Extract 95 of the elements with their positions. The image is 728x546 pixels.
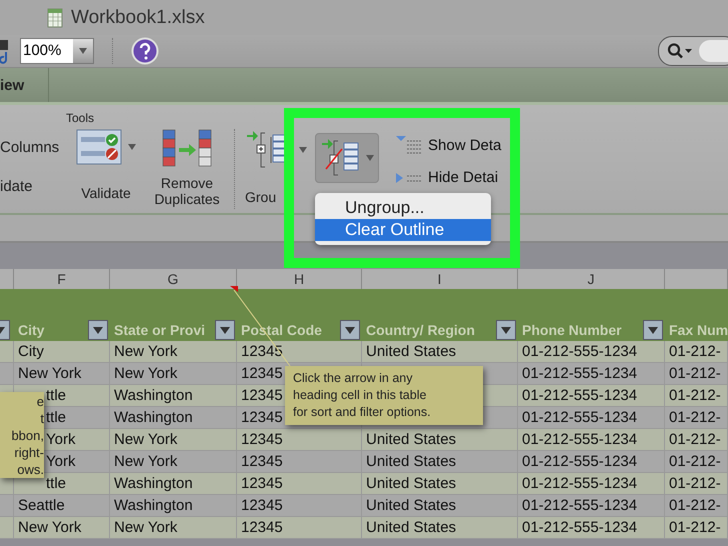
table-cell: United States — [366, 475, 456, 492]
table-cell: 01-212-555-1234 — [522, 343, 638, 360]
hide-detail-button[interactable]: Hide Detai — [395, 169, 502, 186]
filter-button[interactable] — [643, 320, 663, 340]
table-cell: 01-212- — [669, 387, 721, 404]
table-cell: 01-212- — [669, 475, 721, 492]
caret-icon — [648, 326, 658, 334]
table-cell: 01-212- — [669, 453, 721, 470]
caret-icon — [79, 48, 87, 54]
table-cell: 12345 — [241, 343, 283, 360]
table-cell: 01-212- — [669, 365, 721, 382]
group-label: Tools — [66, 111, 94, 125]
filter-button[interactable] — [215, 320, 235, 340]
table-cell: New York — [114, 431, 178, 448]
ribbon-label: Validate — [81, 185, 131, 201]
table-cell: United States — [366, 431, 456, 448]
filter-button[interactable] — [88, 320, 108, 340]
table-cell: 01-212-555-1234 — [522, 497, 638, 514]
filter-button[interactable] — [340, 320, 360, 340]
caret-icon — [366, 155, 374, 161]
caret-icon[interactable] — [299, 147, 307, 153]
filter-button[interactable] — [496, 320, 516, 340]
table-cell: 01-212-555-1234 — [522, 475, 638, 492]
ribbon-label: Grou — [245, 189, 276, 205]
table-cell: United States — [366, 519, 456, 536]
menu-item[interactable]: Ungroup... — [315, 197, 491, 219]
comment-tooltip: Click the arrow in any heading cell in this table for sort and filter options. — [285, 366, 483, 425]
table-cell-text: ttle — [46, 408, 66, 428]
caret-icon — [501, 326, 511, 334]
table-cell: 12345 — [241, 475, 283, 492]
table-cell: 12345 — [241, 497, 283, 514]
table-cell: New York — [18, 519, 82, 536]
header-cell: State or Provi — [114, 322, 206, 338]
comment-tooltip: e t bbon, right- ows. — [0, 392, 44, 478]
table-cell: 12345 — [241, 387, 283, 404]
header-cell: City — [18, 322, 44, 338]
table-cell: Washington — [114, 409, 193, 426]
ribbon-button[interactable]: idate — [0, 178, 33, 195]
table-cell: New York — [18, 365, 82, 382]
table-cell: United States — [366, 453, 456, 470]
table-cell: 01-212- — [669, 519, 721, 536]
caret-icon — [345, 326, 355, 334]
validate-icon[interactable] — [76, 129, 122, 165]
table-cell: New York — [114, 343, 178, 360]
table-cell: 01-212- — [669, 409, 721, 426]
header-cell: Phone Number — [522, 322, 622, 338]
table-cell: 12345 — [241, 453, 283, 470]
table-cell: Seattle — [18, 497, 65, 514]
show-detail-button[interactable]: Show Deta — [395, 135, 502, 155]
table-cell: 01-212- — [669, 343, 721, 360]
table-cell-text: ttle — [46, 474, 66, 494]
table-cell: 01-212-555-1234 — [522, 453, 638, 470]
table-cell: United States — [366, 343, 456, 360]
table-cell: 01-212-555-1234 — [522, 431, 638, 448]
caret-icon — [220, 326, 230, 334]
table-cell: 01-212-555-1234 — [522, 519, 638, 536]
table-cell: New York — [114, 453, 178, 470]
table-cell: Washington — [114, 387, 193, 404]
header-cell: Fax Num — [669, 322, 728, 338]
window-title: Workbook1.xlsx — [71, 6, 205, 28]
table-cell: City — [18, 343, 44, 360]
ribbon-tab[interactable]: iew — [0, 68, 49, 102]
table-cell: 12345 — [241, 431, 283, 448]
search-icon — [667, 43, 693, 59]
ribbon-button[interactable]: Columns — [0, 139, 60, 156]
hide-detail-icon — [395, 172, 423, 184]
help-icon[interactable] — [131, 37, 159, 65]
table-cell-text: York — [46, 452, 76, 472]
caret-icon[interactable] — [128, 144, 136, 150]
caret-icon — [93, 326, 103, 334]
clear-outline-button[interactable] — [315, 133, 379, 183]
table-cell: Washington — [114, 475, 193, 492]
table-cell: 01-212-555-1234 — [522, 387, 638, 404]
menu-item[interactable]: Clear Outline — [315, 219, 491, 241]
table-cell: New York — [114, 365, 178, 382]
table-cell: 12345 — [241, 365, 283, 382]
table-cell: Washington — [114, 497, 193, 514]
table-cell: New York — [114, 519, 178, 536]
table-cell: United States — [366, 497, 456, 514]
table-cell: 01-212-555-1234 — [522, 409, 638, 426]
comment-marker-icon — [230, 286, 238, 292]
table-cell: 12345 — [241, 409, 283, 426]
search-field[interactable] — [658, 36, 728, 66]
table-cell: 01-212- — [669, 497, 721, 514]
table-cell: 01-212- — [669, 431, 721, 448]
show-detail-icon — [395, 135, 423, 155]
media-icon[interactable] — [0, 38, 10, 64]
ribbon-label: Remove Duplicates — [154, 175, 220, 207]
zoom-dropdown[interactable]: 100% — [20, 38, 94, 64]
spreadsheet-file-icon — [47, 8, 63, 28]
table-cell-text: ttle — [46, 386, 66, 406]
table-cell: 01-212-555-1234 — [522, 365, 638, 382]
table-cell: 12345 — [241, 519, 283, 536]
header-cell: Country/ Region — [366, 322, 475, 338]
table-cell-text: York — [46, 430, 76, 450]
